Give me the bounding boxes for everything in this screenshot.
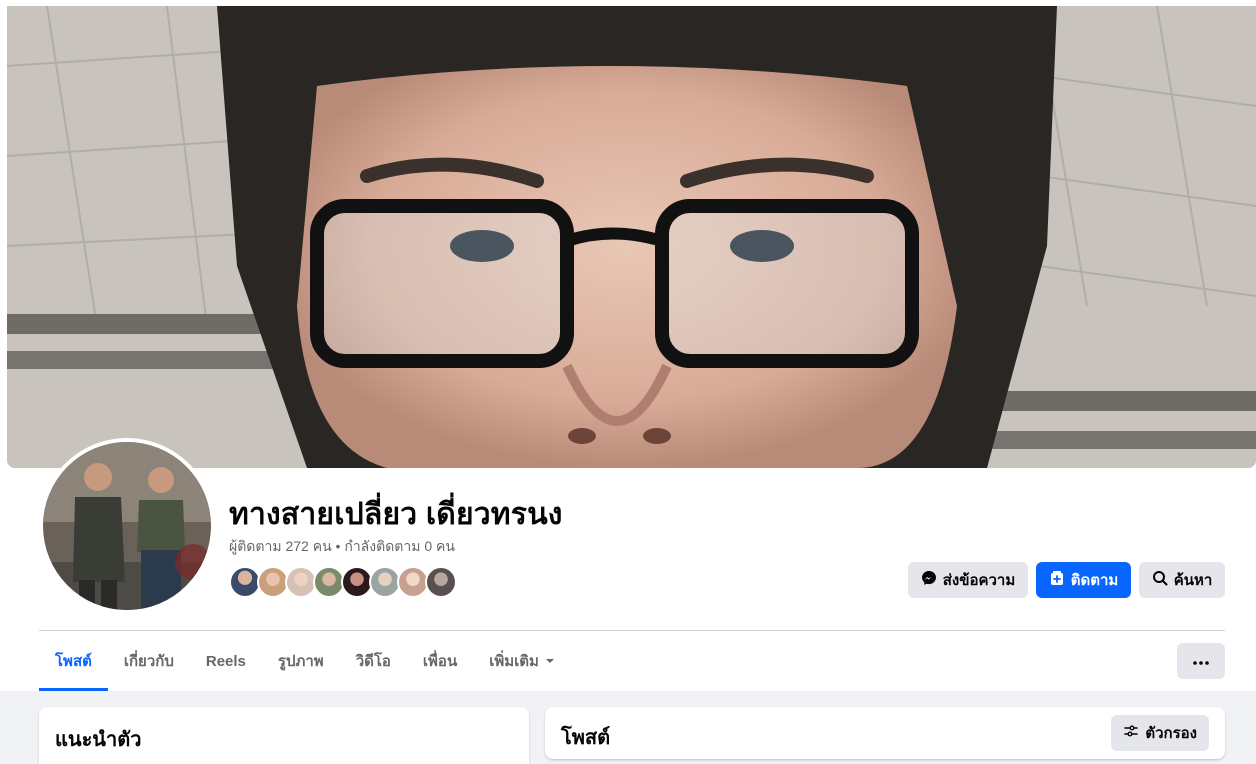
profile-avatar[interactable]: [39, 438, 215, 614]
tab-friends[interactable]: เพื่อน: [407, 631, 473, 691]
profile-name: ทางสายเปลี่ยว เดี่ยวทรนง: [229, 498, 563, 531]
more-dots-icon: [1193, 652, 1209, 670]
message-button-label: ส่งข้อความ: [942, 572, 1016, 589]
filter-sliders-icon: [1123, 723, 1139, 743]
filter-button[interactable]: ตัวกรอง: [1111, 715, 1209, 751]
follow-stats: ผู้ติดตาม 272 คน • กำลังติดตาม 0 คน: [229, 536, 455, 558]
follow-button-label: ติดตาม: [1070, 572, 1119, 589]
search-button[interactable]: ค้นหา: [1139, 562, 1225, 598]
following-link[interactable]: กำลังติดตาม 0 คน: [344, 538, 455, 554]
cover-photo[interactable]: [7, 6, 1256, 468]
filter-button-label: ตัวกรอง: [1145, 725, 1197, 742]
profile-header: ทางสายเปลี่ยว เดี่ยวทรนง ผู้ติดตาม 272 ค…: [0, 0, 1256, 691]
more-options-button[interactable]: [1177, 643, 1225, 679]
tab-photos[interactable]: รูปภาพ: [262, 631, 340, 691]
message-button[interactable]: ส่งข้อความ: [908, 562, 1028, 598]
follow-button[interactable]: ติดตาม: [1036, 562, 1131, 598]
intro-card: แนะนำตัว: [39, 707, 529, 764]
intro-title: แนะนำตัว: [55, 729, 142, 751]
tab-videos[interactable]: วิดีโอ: [340, 631, 407, 691]
followers-link[interactable]: ผู้ติดตาม 272 คน: [229, 538, 332, 554]
follower-avatar[interactable]: [425, 566, 457, 598]
stats-separator: •: [335, 538, 341, 554]
tab-posts[interactable]: โพสต์: [39, 631, 108, 691]
follow-plus-icon: [1049, 570, 1065, 590]
messenger-icon: [921, 570, 937, 590]
tab-about[interactable]: เกี่ยวกับ: [108, 631, 190, 691]
search-icon: [1152, 570, 1168, 590]
tab-reels[interactable]: Reels: [190, 631, 262, 691]
posts-card: โพสต์ ตัวกรอง: [545, 707, 1225, 759]
caret-down-icon: [545, 653, 555, 670]
posts-title: โพสต์: [561, 727, 611, 749]
profile-tabs: โพสต์ เกี่ยวกับ Reels รูปภาพ วิดีโอ เพื่…: [39, 631, 571, 691]
tab-more[interactable]: เพิ่มเติม: [473, 631, 571, 691]
search-button-label: ค้นหา: [1173, 572, 1213, 589]
